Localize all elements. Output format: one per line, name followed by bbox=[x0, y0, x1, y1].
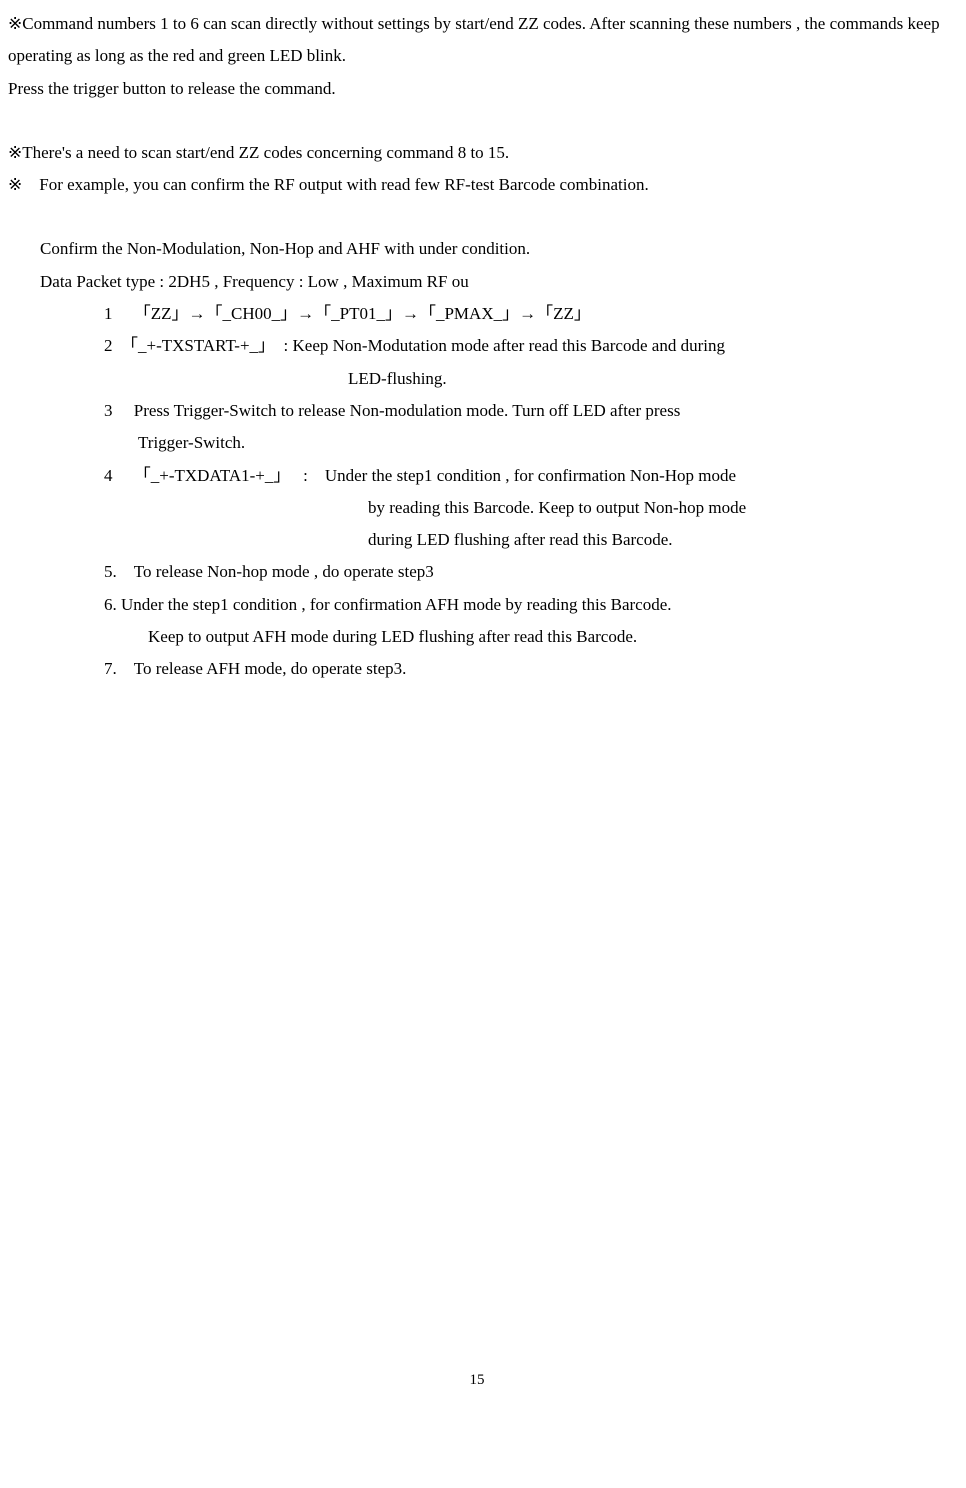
step-2: 2 「_+-TXSTART-+_」 : Keep Non-Modutation … bbox=[8, 330, 946, 362]
paragraph-press-trigger: Press the trigger button to release the … bbox=[8, 73, 946, 105]
paragraph-command-1-6: ※Command numbers 1 to 6 can scan directl… bbox=[8, 8, 946, 73]
step-5: 5. To release Non-hop mode , do operate … bbox=[8, 556, 946, 588]
step-4-cont-2: during LED flushing after read this Barc… bbox=[8, 524, 946, 556]
step-3-cont: Trigger-Switch. bbox=[8, 427, 946, 459]
paragraph-confirm: Confirm the Non-Modulation, Non-Hop and … bbox=[8, 233, 946, 265]
paragraph-example: ※ For example, you can confirm the RF ou… bbox=[8, 169, 946, 201]
step-1: 1 「ZZ」→「_CH00_」→「_PT01_」→「_PMAX_」→「ZZ」 bbox=[8, 298, 946, 330]
step-7: 7. To release AFH mode, do operate step3… bbox=[8, 653, 946, 685]
paragraph-command-8-15: ※There's a need to scan start/end ZZ cod… bbox=[8, 137, 946, 169]
page-number: 15 bbox=[8, 1366, 946, 1395]
step-3: 3 Press Trigger-Switch to release Non-mo… bbox=[8, 395, 946, 427]
step-6: 6. Under the step1 condition , for confi… bbox=[8, 589, 946, 621]
step-4-cont-1: by reading this Barcode. Keep to output … bbox=[8, 492, 946, 524]
step-6-cont: Keep to output AFH mode during LED flush… bbox=[8, 621, 946, 653]
paragraph-data-packet: Data Packet type : 2DH5 , Frequency : Lo… bbox=[8, 266, 946, 298]
step-4: 4 「_+-TXDATA1-+_」 : Under the step1 cond… bbox=[8, 460, 946, 492]
step-2-cont: LED-flushing. bbox=[8, 363, 946, 395]
